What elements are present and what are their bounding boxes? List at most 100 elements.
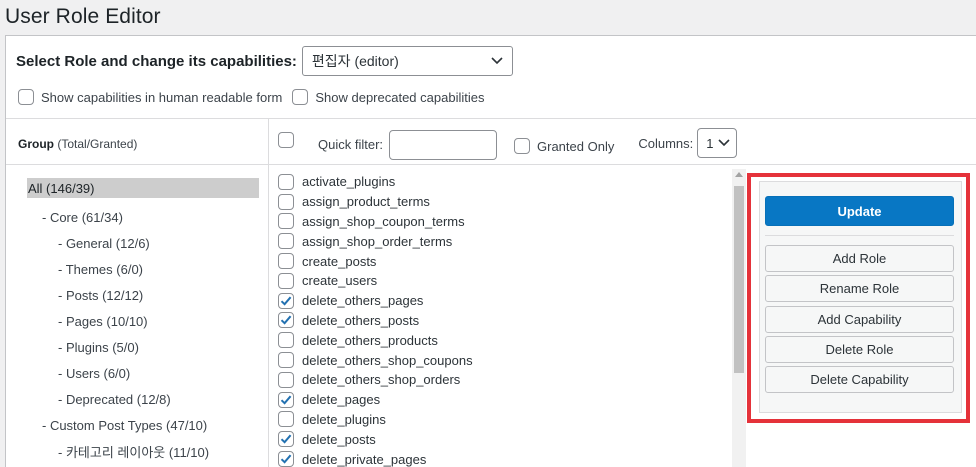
capability-label: delete_others_shop_orders <box>302 372 461 388</box>
chevron-down-icon <box>491 57 503 65</box>
capability-label: assign_shop_coupon_terms <box>302 213 465 229</box>
capability-checkbox[interactable] <box>278 233 294 250</box>
capability-label: delete_posts <box>302 431 376 447</box>
checkmark-icon <box>280 395 292 405</box>
capability-row[interactable]: delete_plugins <box>278 410 728 430</box>
capability-checkbox[interactable] <box>278 332 294 349</box>
group-item-category-layout[interactable]: - 카테고리 레이아웃 (11/10) <box>27 438 259 464</box>
capability-row[interactable]: delete_others_posts <box>278 311 728 331</box>
columns-label: Columns: <box>638 135 694 151</box>
capability-row[interactable]: activate_plugins <box>278 172 728 192</box>
group-item-pages[interactable]: - Pages (10/10) <box>27 308 259 334</box>
capability-checkbox[interactable] <box>278 391 294 408</box>
capability-checkbox[interactable] <box>278 431 294 448</box>
capability-label: delete_others_shop_coupons <box>302 352 473 368</box>
human-readable-label: Show capabilities in human readable form <box>41 89 283 105</box>
capability-checkbox[interactable] <box>278 451 294 467</box>
group-item-themes[interactable]: - Themes (6/0) <box>27 256 259 282</box>
capability-list: activate_plugins assign_product_termsassi… <box>278 172 728 467</box>
capability-label: delete_private_pages <box>302 451 427 467</box>
delete-role-button[interactable]: Delete Role <box>765 336 954 363</box>
role-select-label: Select Role and change its capabilities: <box>16 52 297 70</box>
capability-checkbox[interactable] <box>278 193 294 210</box>
group-header-sub: (Total/Granted) <box>57 137 138 151</box>
filter-bar: Quick filter: Granted Only Columns: 1 <box>278 128 738 160</box>
capability-checkbox[interactable] <box>278 411 294 428</box>
divider <box>6 164 976 165</box>
column-divider <box>268 119 269 467</box>
add-role-button[interactable]: Add Role <box>765 245 954 272</box>
capability-label: delete_plugins <box>302 411 386 427</box>
capability-label: assign_shop_order_terms <box>302 233 453 249</box>
checkmark-icon <box>280 316 292 326</box>
capability-row[interactable]: assign_shop_coupon_terms <box>278 212 728 232</box>
columns-value: 1 <box>706 135 714 151</box>
capability-label: delete_others_posts <box>302 312 420 328</box>
scrollbar-thumb[interactable] <box>734 186 744 373</box>
group-list: All (146/39) - Core (61/34) - General (1… <box>27 178 259 464</box>
capability-label: assign_product_terms <box>302 194 430 210</box>
capability-label: delete_others_pages <box>302 293 424 309</box>
capability-row[interactable]: assign_product_terms <box>278 192 728 212</box>
chevron-down-icon <box>718 139 730 147</box>
capability-label: create_posts <box>302 253 377 269</box>
add-capability-button[interactable]: Add Capability <box>765 306 954 333</box>
capability-checkbox[interactable] <box>278 371 294 388</box>
capability-label: create_users <box>302 273 378 289</box>
capability-row[interactable]: create_posts <box>278 251 728 271</box>
capability-row[interactable]: delete_others_shop_coupons <box>278 350 728 370</box>
role-editor-panel: Select Role and change its capabilities:… <box>5 35 976 467</box>
capability-checkbox[interactable] <box>278 352 294 369</box>
divider <box>765 235 954 236</box>
rename-role-button[interactable]: Rename Role <box>765 275 954 302</box>
quick-filter-input[interactable] <box>389 129 498 160</box>
capability-row[interactable]: delete_private_pages <box>278 449 728 467</box>
capability-checkbox[interactable] <box>278 312 294 329</box>
group-item-deprecated[interactable]: - Deprecated (12/8) <box>27 386 259 412</box>
capability-row[interactable]: delete_posts <box>278 429 728 449</box>
update-button[interactable]: Update <box>765 196 954 226</box>
capability-label: activate_plugins <box>302 174 396 190</box>
granted-only-label: Granted Only <box>537 138 615 154</box>
capability-checkbox[interactable] <box>278 253 294 270</box>
columns-select[interactable]: 1 <box>697 128 738 158</box>
group-item-core[interactable]: - Core (61/34) <box>27 204 259 230</box>
page-title: User Role Editor <box>5 5 161 28</box>
group-item-posts[interactable]: - Posts (12/12) <box>27 282 259 308</box>
capability-label: delete_pages <box>302 392 381 408</box>
group-item-plugins[interactable]: - Plugins (5/0) <box>27 334 259 360</box>
group-item-all[interactable]: All (146/39) <box>27 178 259 198</box>
delete-capability-button[interactable]: Delete Capability <box>765 366 954 393</box>
capability-label: delete_others_products <box>302 332 438 348</box>
role-select[interactable]: 편집자 (editor) <box>301 46 513 76</box>
capability-checkbox[interactable] <box>278 173 294 190</box>
role-select-row: Select Role and change its capabilities:… <box>16 46 513 76</box>
quick-filter-label: Quick filter: <box>318 137 384 152</box>
scroll-up-arrow-icon[interactable] <box>735 172 743 177</box>
group-item-custom-post-types[interactable]: - Custom Post Types (47/10) <box>27 412 259 438</box>
capability-row[interactable]: delete_others_products <box>278 330 728 350</box>
group-item-general[interactable]: - General (12/6) <box>27 230 259 256</box>
group-header-title: Group <box>18 137 54 151</box>
capability-checkbox[interactable] <box>278 272 294 289</box>
capability-checkbox[interactable] <box>278 213 294 230</box>
human-readable-checkbox[interactable] <box>18 89 34 105</box>
checkmark-icon <box>280 454 292 464</box>
select-all-checkbox[interactable] <box>278 132 294 148</box>
capability-row[interactable]: delete_pages <box>278 390 728 410</box>
checkmark-icon <box>280 434 292 444</box>
deprecated-checkbox[interactable] <box>292 89 309 105</box>
role-select-value: 편집자 (editor) <box>311 53 399 69</box>
scrollbar[interactable] <box>732 169 746 467</box>
checkmark-icon <box>280 296 292 306</box>
deprecated-label: Show deprecated capabilities <box>315 89 485 105</box>
capability-row[interactable]: delete_others_shop_orders <box>278 370 728 390</box>
display-options: Show capabilities in human readable form… <box>18 89 484 105</box>
capability-row[interactable]: create_users <box>278 271 728 291</box>
capability-checkbox[interactable] <box>278 292 294 309</box>
capability-row[interactable]: assign_shop_order_terms <box>278 231 728 251</box>
group-item-users[interactable]: - Users (6/0) <box>27 360 259 386</box>
granted-only-checkbox[interactable] <box>514 138 531 154</box>
capability-row[interactable]: delete_others_pages <box>278 291 728 311</box>
group-header: Group (Total/Granted) <box>18 137 137 151</box>
